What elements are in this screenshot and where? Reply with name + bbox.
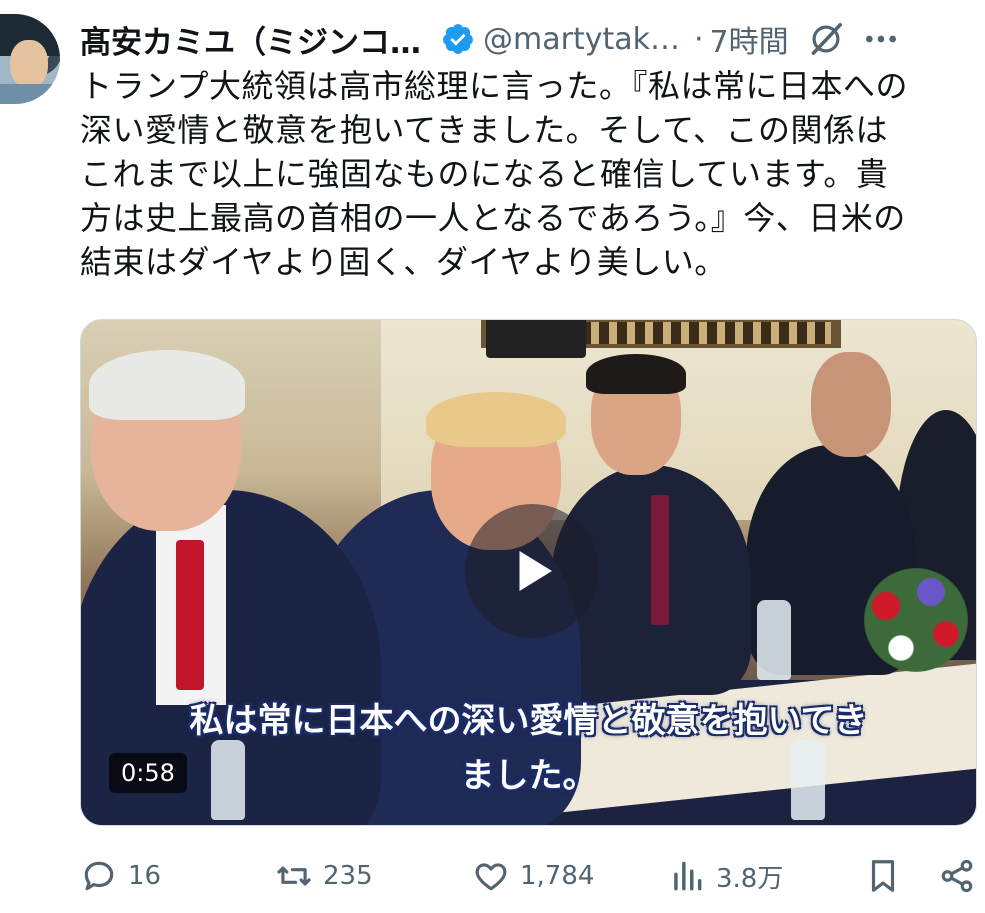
avatar-shirt bbox=[0, 84, 60, 104]
like-button[interactable]: 1,784 bbox=[472, 848, 594, 904]
avatar[interactable] bbox=[0, 14, 60, 104]
share-button[interactable] bbox=[938, 848, 976, 904]
video-person-hair bbox=[426, 392, 566, 447]
reply-button[interactable]: 16 bbox=[80, 848, 161, 904]
heart-icon bbox=[475, 863, 507, 891]
video-person-hair bbox=[89, 350, 245, 420]
tweet-line: トランプ大統領は高市総理に言った。『私は常に日本への bbox=[80, 67, 909, 105]
video-water-bottle bbox=[757, 600, 791, 680]
separator-dot: · bbox=[693, 21, 704, 57]
more-icon[interactable] bbox=[861, 19, 901, 59]
video-person-hair bbox=[586, 354, 686, 394]
video-person-tie bbox=[176, 540, 204, 690]
reply-icon bbox=[84, 861, 114, 891]
share-icon bbox=[941, 859, 973, 893]
video-person-head bbox=[811, 352, 891, 457]
views-icon bbox=[674, 861, 702, 891]
repost-icon bbox=[277, 866, 311, 886]
play-icon bbox=[519, 551, 552, 591]
video-subtitle: ました。 bbox=[460, 756, 597, 796]
tweet-actions: 16 235 1,784 3.8万 bbox=[80, 848, 985, 904]
tweet-header: 髙安カミユ（ミジンコ… @martytak… · 7時間 bbox=[80, 14, 985, 64]
video-speaker bbox=[486, 320, 586, 358]
tweet-text: トランプ大統領は高市総理に言った。『私は常に日本への 深い愛情と敬意を抱いてきま… bbox=[80, 64, 975, 284]
play-button[interactable] bbox=[465, 504, 599, 638]
video-player[interactable]: 私は常に日本への深い愛情と敬意を抱いてき ました。 0:58 bbox=[80, 319, 977, 826]
reply-count: 16 bbox=[128, 861, 162, 891]
avatar-face bbox=[10, 40, 48, 88]
like-count: 1,784 bbox=[520, 861, 595, 891]
views-button[interactable]: 3.8万 bbox=[668, 848, 783, 904]
tweet-line: 方は史上最高の首相の一人となるであろう。』今、日米の bbox=[80, 199, 906, 237]
verified-badge-icon bbox=[441, 22, 475, 56]
author-handle[interactable]: @martytak… bbox=[483, 22, 680, 57]
tweet-line: これまで以上に強固なものになると確信しています。貴 bbox=[80, 155, 889, 193]
video-duration: 0:58 bbox=[109, 753, 187, 793]
tweet-line: 深い愛情と敬意を抱いてきました。そして、この関係は bbox=[80, 111, 889, 149]
tweet-timestamp[interactable]: 7時間 bbox=[710, 17, 789, 61]
video-person-tie bbox=[651, 495, 669, 625]
view-count: 3.8万 bbox=[716, 863, 784, 894]
bookmark-icon bbox=[871, 860, 895, 892]
grok-icon[interactable] bbox=[807, 20, 845, 58]
repost-button[interactable]: 235 bbox=[275, 848, 373, 904]
repost-count: 235 bbox=[323, 861, 373, 891]
author-name[interactable]: 髙安カミユ（ミジンコ… bbox=[80, 17, 421, 62]
video-subtitle: 私は常に日本への深い愛情と敬意を抱いてき bbox=[189, 701, 868, 741]
tweet-line: 結束はダイヤより固く、ダイヤより美しい。 bbox=[80, 243, 727, 281]
bookmark-button[interactable] bbox=[864, 848, 902, 904]
